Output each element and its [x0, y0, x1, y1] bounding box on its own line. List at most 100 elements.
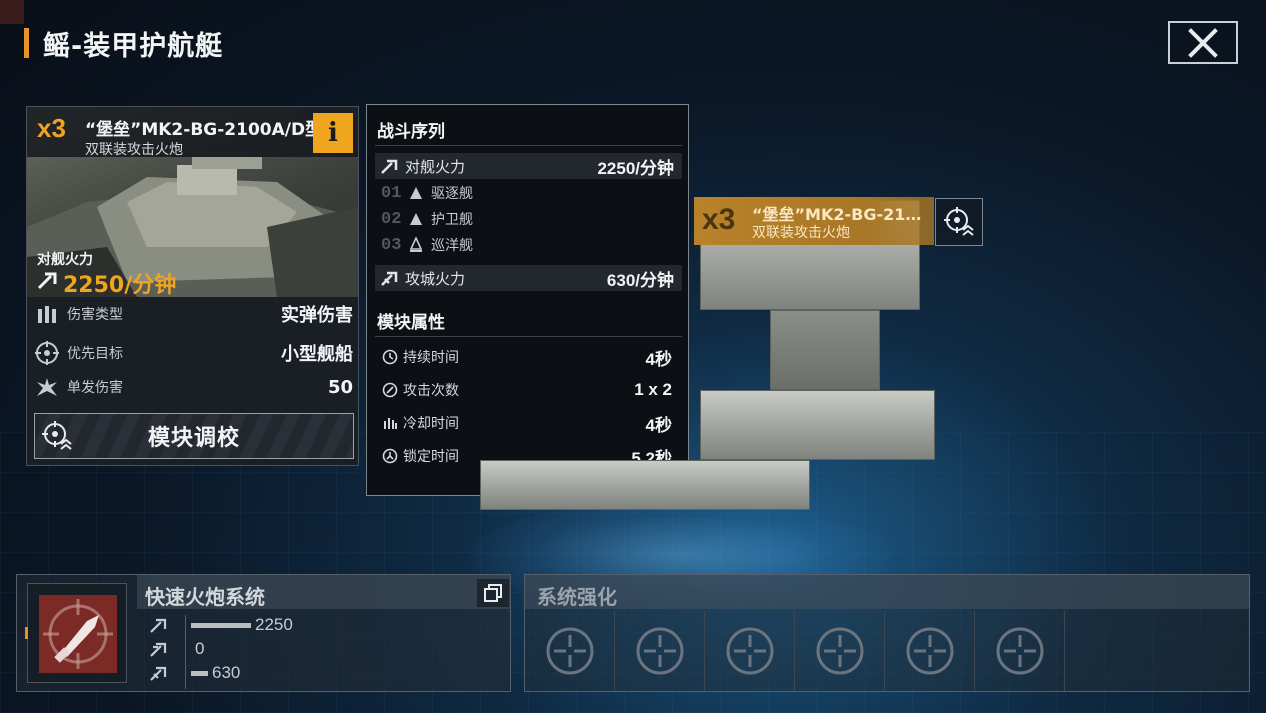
close-icon	[1188, 27, 1218, 58]
siege-icon	[147, 665, 171, 681]
enhance-slot[interactable]	[705, 611, 795, 691]
enhance-slot[interactable]	[975, 611, 1065, 691]
stat-value: 2250	[255, 615, 293, 634]
ship-module-tag[interactable]: x3 “堡垒”MK2-BG-2100A... 双联装攻击火炮	[694, 197, 934, 245]
ship-class-row: 01 驱逐舰	[381, 181, 473, 205]
cruiser-icon	[405, 237, 427, 253]
module-name: “堡垒”MK2-BG-2100A/D型	[85, 120, 323, 140]
stat-label: 优先目标	[67, 346, 123, 362]
battle-sequence-title: 战斗序列	[377, 122, 445, 142]
calibrate-label: 模块调校	[147, 426, 240, 451]
anti-ship-value: 2250/分钟	[597, 158, 674, 178]
info-button[interactable]: i	[313, 113, 353, 153]
ship-class-num: 02	[381, 209, 402, 229]
stat-bar	[191, 670, 208, 676]
anti-aircraft-icon	[147, 641, 171, 657]
stat-value: 0	[195, 639, 205, 658]
module-card: x3 “堡垒”MK2-BG-2100A/D型 双联装攻击火炮 i 对舰火力 22…	[26, 106, 359, 466]
anti-ship-icon	[379, 158, 401, 174]
system-icon-frame	[27, 583, 127, 683]
system-icon-bg	[39, 595, 117, 673]
stat-label: 单发伤害	[67, 380, 123, 396]
clock-icon	[379, 349, 401, 365]
calibrate-button[interactable]: 模块调校	[34, 413, 354, 459]
hull-block	[700, 390, 935, 460]
attr-label: 持续时间	[403, 350, 459, 366]
tag-count: x3	[702, 203, 736, 236]
enhance-slot[interactable]	[615, 611, 705, 691]
stat-damage-type: 伤害类型 实弹伤害	[33, 299, 353, 329]
title-accent	[24, 28, 29, 58]
firepower-value: 2250/分钟	[63, 273, 177, 298]
page-title: 鳐-装甲护航艇	[43, 30, 224, 62]
module-attributes-title: 模块属性	[377, 313, 445, 333]
siege-row: 攻城火力 630/分钟	[375, 265, 682, 291]
shell-icon	[43, 599, 113, 669]
enhance-title-bar	[525, 575, 1249, 609]
firepower-label: 对舰火力	[37, 252, 93, 268]
stat-value: 50	[327, 376, 353, 398]
siege-label: 攻城火力	[405, 269, 466, 288]
stat-value: 630	[212, 663, 241, 682]
bullets-icon	[33, 302, 61, 326]
attr-row: 攻击次数 1 x 2	[379, 376, 672, 404]
stat-label: 伤害类型	[67, 307, 123, 323]
ship-class-row: 03 巡洋舰	[381, 233, 473, 257]
page-header: 鳐-装甲护航艇	[24, 28, 223, 62]
copy-icon	[484, 584, 502, 602]
destroyer-icon	[405, 186, 427, 200]
attr-value: 1 x 2	[634, 380, 672, 399]
enhance-slot[interactable]	[795, 611, 885, 691]
enhance-title: 系统强化	[537, 585, 617, 609]
corner-tab	[0, 0, 24, 24]
hull-block	[480, 460, 810, 510]
empty-slot-icon	[906, 627, 953, 675]
anti-ship-icon	[37, 272, 57, 290]
target-calibrate-button[interactable]	[935, 198, 983, 246]
lock-time-icon	[379, 448, 401, 464]
ship-class-label: 驱逐舰	[431, 186, 473, 202]
tag-subtitle: 双联装攻击火炮	[752, 225, 850, 241]
anti-ship-icon	[147, 617, 171, 633]
explosion-icon	[33, 375, 61, 399]
copy-button[interactable]	[477, 579, 509, 607]
stat-priority-target: 优先目标 小型舰船	[33, 338, 353, 368]
attack-count-icon	[379, 382, 401, 398]
ship-class-label: 护卫舰	[431, 212, 473, 228]
module-subtitle: 双联装攻击火炮	[85, 142, 183, 158]
selection-marker	[25, 627, 28, 639]
detail-panel[interactable]: 战斗序列 对舰火力 2250/分钟 01 驱逐舰 02 护卫舰 03 巡洋舰 攻…	[366, 104, 689, 496]
system-stat-row: 2250	[147, 613, 293, 637]
enhance-slot[interactable]	[885, 611, 975, 691]
enhance-slot[interactable]	[525, 611, 615, 691]
empty-slot-icon	[546, 627, 593, 675]
card-header: x3 “堡垒”MK2-BG-2100A/D型 双联装攻击火炮 i	[27, 107, 358, 158]
weapon-system-panel[interactable]: 快速火炮系统 2250 0 630	[16, 574, 511, 692]
system-stat-row: 630	[147, 661, 240, 685]
close-button[interactable]	[1168, 21, 1238, 64]
attr-label: 冷却时间	[403, 416, 459, 432]
calibrate-icon	[944, 207, 974, 236]
attr-value: 4秒	[645, 349, 672, 369]
empty-slot-icon	[636, 627, 683, 675]
siege-value: 630/分钟	[606, 270, 674, 290]
frigate-icon	[405, 212, 427, 226]
stat-value: 小型舰船	[281, 344, 353, 365]
anti-ship-row: 对舰火力 2250/分钟	[375, 153, 682, 179]
stat-single-damage: 单发伤害 50	[33, 372, 353, 402]
system-title: 快速火炮系统	[145, 585, 265, 609]
siege-icon	[379, 270, 401, 286]
ship-class-num: 01	[381, 183, 402, 203]
system-stat-row: 0	[147, 637, 204, 661]
ship-class-num: 03	[381, 235, 402, 255]
system-enhance-panel: 系统强化	[524, 574, 1250, 692]
divider	[375, 336, 682, 337]
cooldown-icon	[379, 415, 401, 431]
empty-slot-icon	[996, 627, 1043, 675]
crosshair-icon	[33, 341, 61, 365]
empty-slot-icon	[816, 627, 863, 675]
empty-slot-icon	[726, 627, 773, 675]
stat-value: 实弹伤害	[281, 305, 353, 326]
stat-bar	[191, 622, 251, 628]
hull-block	[770, 310, 880, 390]
